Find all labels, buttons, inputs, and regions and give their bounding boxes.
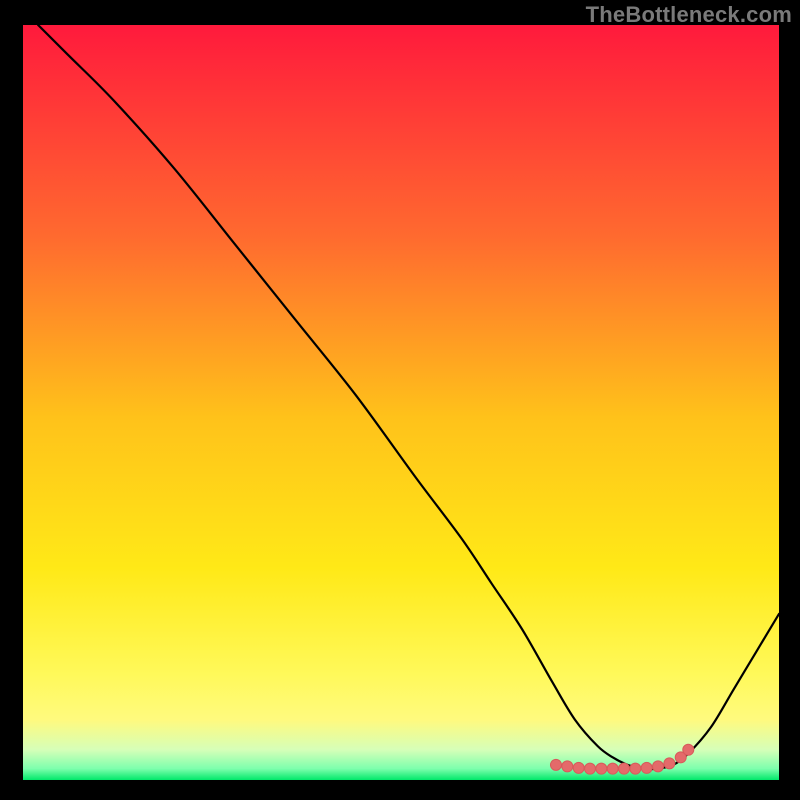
marker-dot (550, 759, 561, 770)
chart-svg (23, 25, 779, 780)
marker-dot (573, 762, 584, 773)
marker-dot (641, 762, 652, 773)
marker-dot (664, 758, 675, 769)
marker-dot (630, 763, 641, 774)
marker-dot (619, 763, 630, 774)
marker-dot (562, 761, 573, 772)
marker-dot (585, 763, 596, 774)
marker-dot (607, 763, 618, 774)
plot-area (23, 25, 779, 780)
marker-dot (596, 763, 607, 774)
marker-dot (653, 761, 664, 772)
chart-frame: TheBottleneck.com (0, 0, 800, 800)
marker-dot (683, 744, 694, 755)
gradient-background (23, 25, 779, 780)
